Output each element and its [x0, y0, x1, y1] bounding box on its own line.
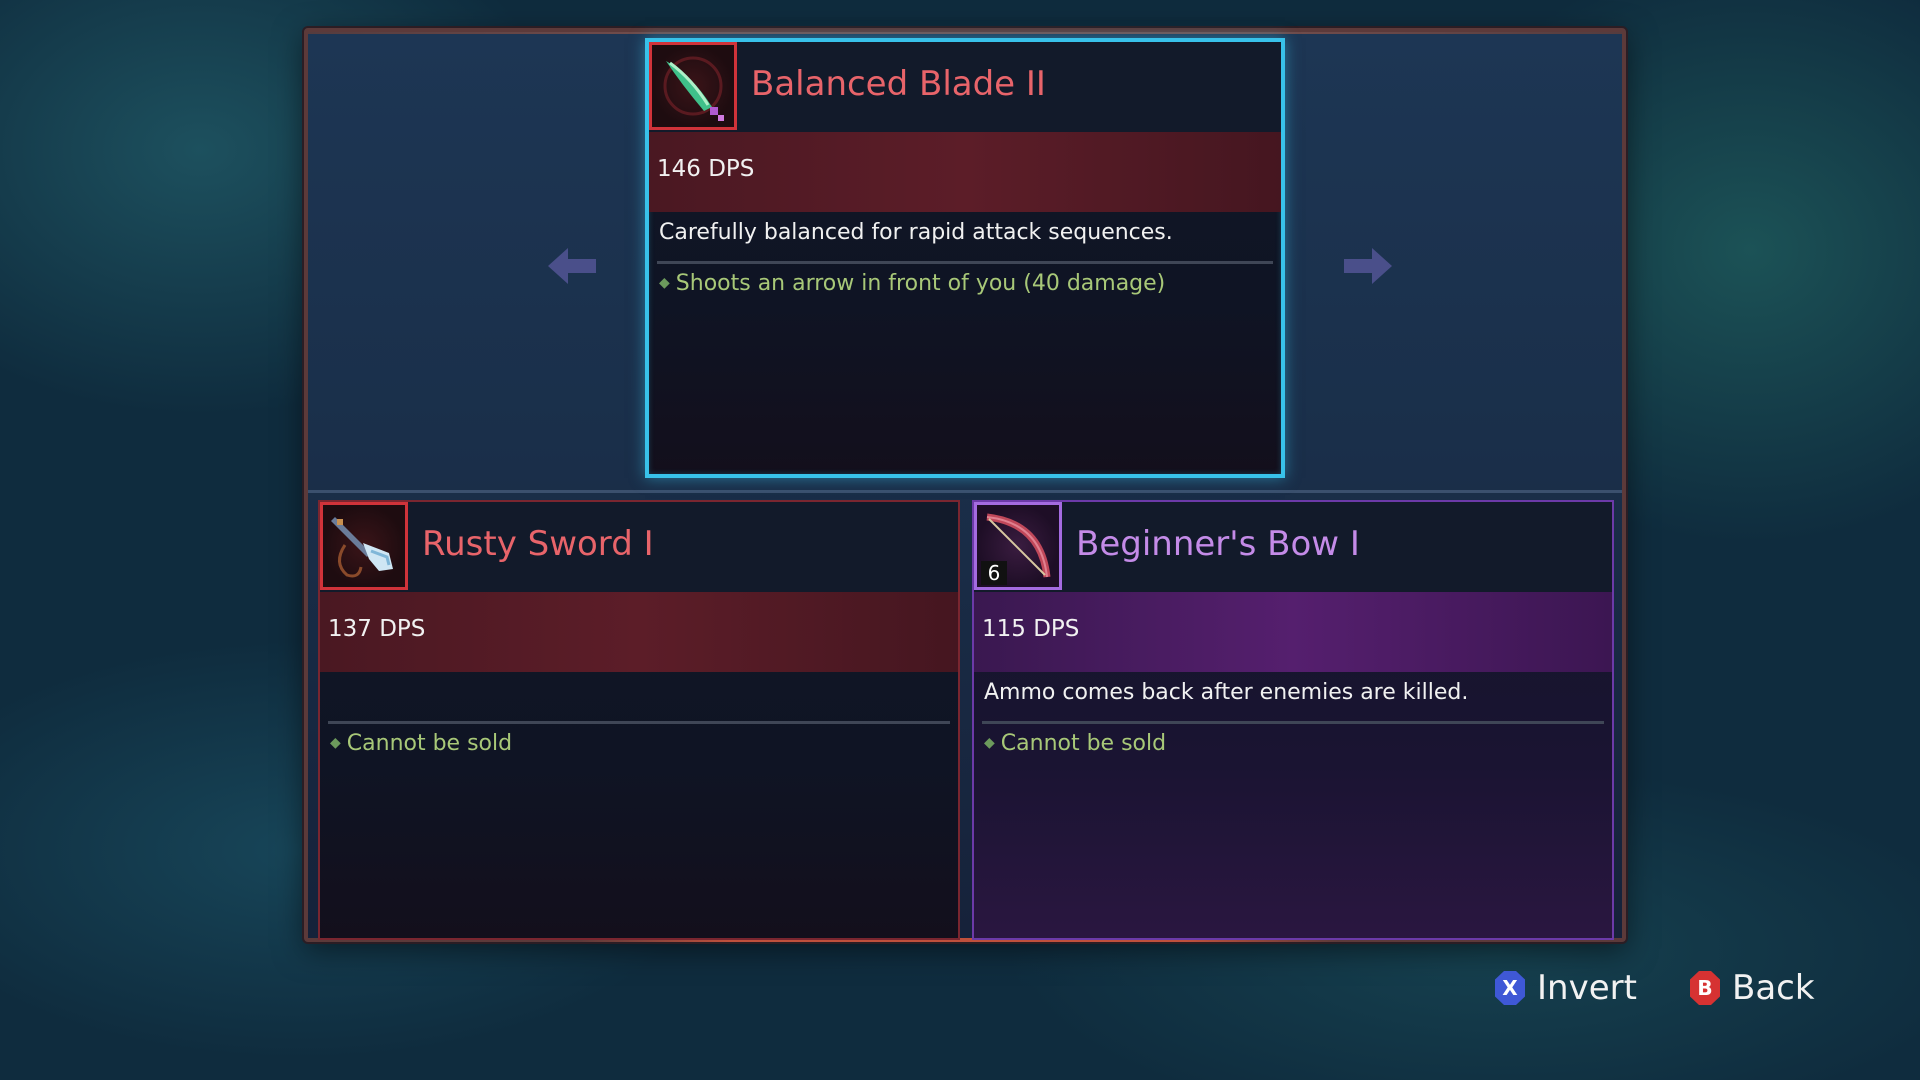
invert-button[interactable]: X Invert	[1495, 968, 1637, 1008]
card-separator	[328, 721, 950, 724]
equipped-item-card-left[interactable]: Rusty Sword I 137 DPS ◆ Cannot be sold	[318, 500, 960, 940]
green-blade-icon	[649, 42, 737, 130]
back-label: Back	[1732, 968, 1815, 1008]
item-description: Ammo comes back after enemies are killed…	[984, 680, 1469, 705]
item-name: Balanced Blade II	[751, 64, 1046, 104]
item-name: Beginner's Bow I	[1076, 524, 1360, 564]
invert-label: Invert	[1537, 968, 1637, 1008]
selected-item-card[interactable]: Balanced Blade II 146 DPS Carefully bala…	[645, 38, 1285, 478]
arrow-left-icon[interactable]	[548, 246, 598, 286]
bullet-icon: ◆	[330, 735, 341, 751]
card-separator	[982, 721, 1604, 724]
x-button-icon: X	[1495, 971, 1525, 1005]
panel-top-border	[308, 32, 1622, 34]
panel-divider	[308, 490, 1622, 493]
item-name: Rusty Sword I	[422, 524, 654, 564]
item-effect: ◆ Shoots an arrow in front of you (40 dam…	[659, 271, 1165, 296]
bullet-icon: ◆	[659, 275, 670, 291]
bullet-icon: ◆	[984, 735, 995, 751]
card-separator	[657, 261, 1273, 264]
ammo-count-badge: 6	[981, 561, 1007, 585]
item-dps: 137 DPS	[328, 616, 426, 642]
item-dps: 146 DPS	[657, 156, 755, 182]
equipped-item-card-right[interactable]: 6 Beginner's Bow I 115 DPS Ammo comes ba…	[972, 500, 1614, 940]
item-effect-text: Shoots an arrow in front of you (40 dama…	[675, 271, 1166, 296]
item-effect-text: Cannot be sold	[346, 731, 513, 756]
back-button[interactable]: B Back	[1690, 968, 1815, 1008]
rusty-sword-icon	[320, 502, 408, 590]
item-description: Carefully balanced for rapid attack sequ…	[659, 220, 1173, 245]
bow-icon: 6	[974, 502, 1062, 590]
b-button-icon: B	[1690, 971, 1720, 1005]
item-dps: 115 DPS	[982, 616, 1080, 642]
item-effect: ◆ Cannot be sold	[330, 731, 512, 756]
arrow-right-icon[interactable]	[1342, 246, 1392, 286]
item-effect: ◆ Cannot be sold	[984, 731, 1166, 756]
item-effect-text: Cannot be sold	[1000, 731, 1167, 756]
